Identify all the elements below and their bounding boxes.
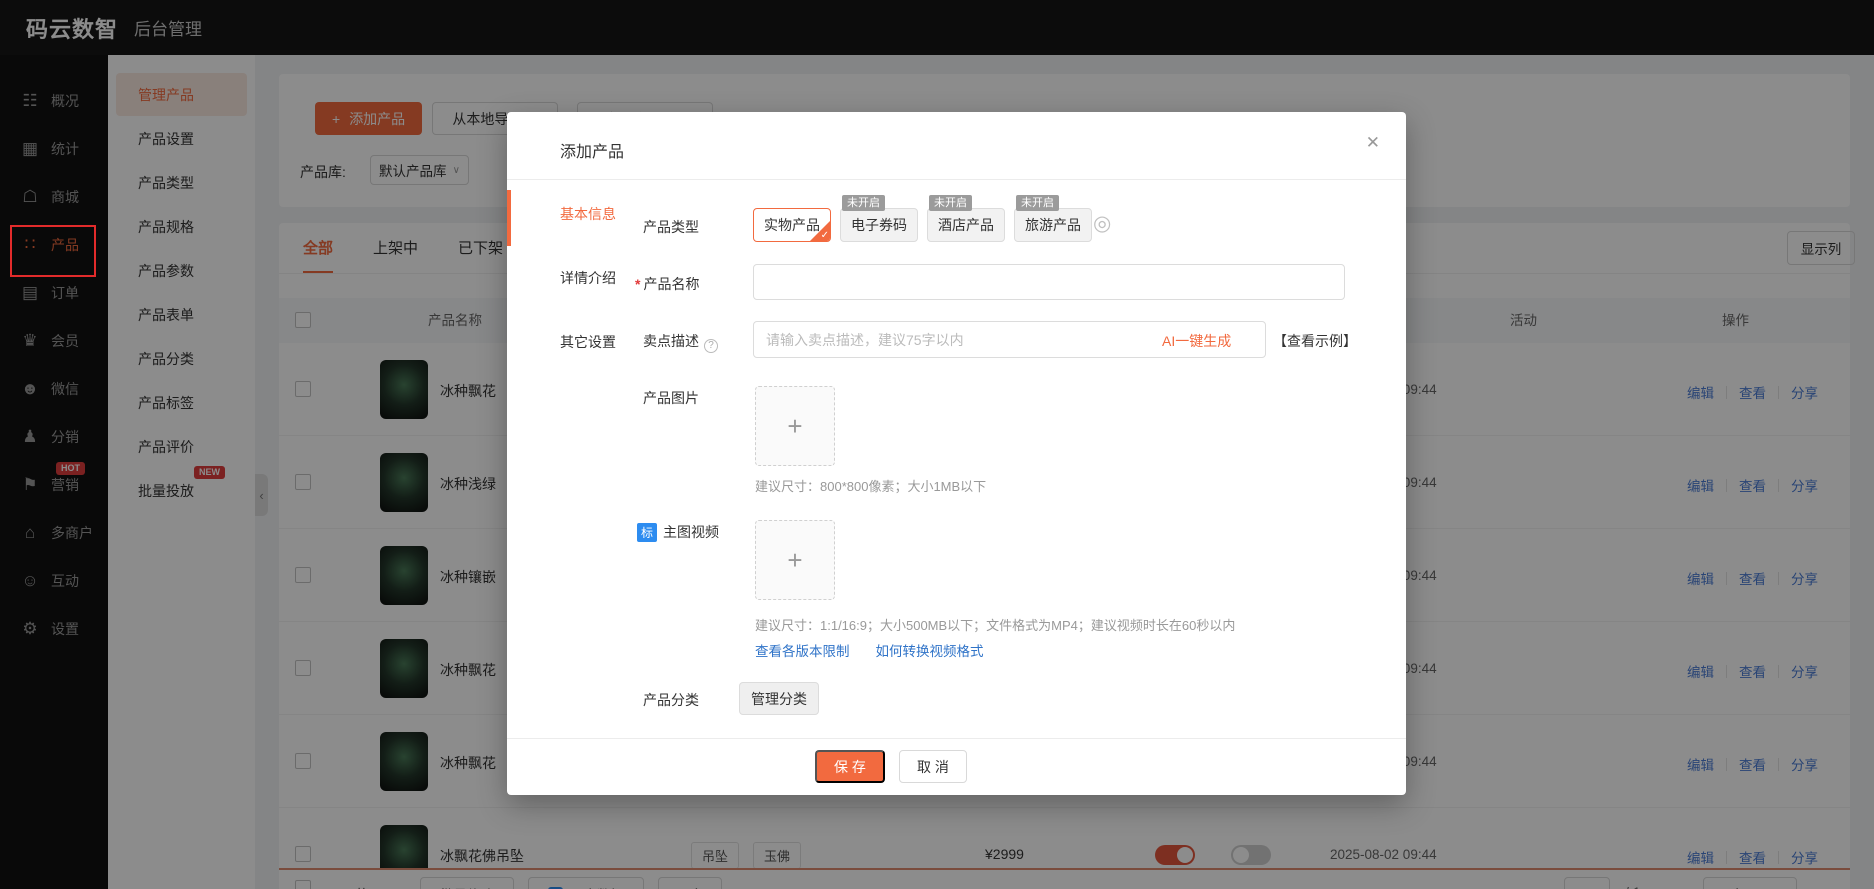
selected-check-icon: ✓ — [821, 230, 829, 241]
not-enabled-badge: 未开启 — [1016, 195, 1059, 211]
view-example-link[interactable]: 【查看示例】 — [1273, 331, 1357, 351]
add-product-modal: 添加产品 ✕ 基本信息详情介绍其它设置 产品类型 实物产品✓未开启电子券码未开启… — [507, 112, 1406, 795]
image-size-hint: 建议尺寸：800*800像素；大小1MB以下 — [755, 476, 986, 495]
ai-generate-button[interactable]: AI一键生成 — [1162, 331, 1231, 351]
version-limits-link[interactable]: 查看各版本限制 — [755, 640, 850, 660]
product-type-hotel[interactable]: 未开启酒店产品 — [927, 208, 1005, 242]
product-type-options: 实物产品✓ 未开启电子券码未开启酒店产品未开启旅游产品 — [753, 208, 1092, 242]
modal-tab-detail-intro[interactable]: 详情介绍 — [560, 268, 616, 290]
product-type-e-voucher[interactable]: 未开启电子券码 — [840, 208, 918, 242]
save-button[interactable]: 保 存 — [815, 750, 885, 783]
not-enabled-badge: 未开启 — [929, 195, 972, 211]
image-upload-box[interactable]: + — [755, 386, 835, 466]
video-help-links: 查看各版本限制 如何转换视频格式 — [755, 640, 984, 660]
video-tag-badge: 标 — [637, 523, 657, 542]
modal-tabs: 基本信息详情介绍其它设置 — [560, 204, 616, 354]
product-type-physical[interactable]: 实物产品✓ — [753, 208, 831, 242]
required-asterisk: * — [635, 276, 640, 292]
modal-tab-basic-info[interactable]: 基本信息 — [560, 204, 616, 226]
product-type-travel[interactable]: 未开启旅游产品 — [1014, 208, 1092, 242]
product-image-label: 产品图片 — [643, 388, 699, 408]
cancel-button[interactable]: 取 消 — [899, 750, 967, 783]
close-icon[interactable]: ✕ — [1366, 133, 1380, 153]
main-video-label: 标主图视频 — [637, 522, 719, 542]
modal-header-divider — [507, 179, 1406, 180]
help-icon[interactable]: ? — [704, 339, 718, 353]
convert-format-link[interactable]: 如何转换视频格式 — [876, 640, 984, 660]
not-enabled-badge: 未开启 — [842, 195, 885, 211]
modal-footer-divider — [507, 738, 1406, 739]
eye-icon[interactable]: ◎ — [1093, 211, 1111, 236]
product-name-label: *产品名称 — [635, 274, 699, 294]
modal-tab-other-settings[interactable]: 其它设置 — [560, 332, 616, 354]
product-type-label: 产品类型 — [643, 217, 699, 237]
plus-icon: + — [787, 411, 802, 442]
modal-title: 添加产品 — [560, 138, 624, 162]
product-name-input[interactable] — [753, 264, 1345, 300]
video-upload-box[interactable]: + — [755, 520, 835, 600]
plus-icon: + — [787, 545, 802, 576]
selling-point-label: 卖点描述? — [643, 331, 718, 353]
manage-category-button[interactable]: 管理分类 — [739, 682, 819, 715]
product-category-label: 产品分类 — [643, 690, 699, 710]
video-size-hint: 建议尺寸：1:1/16:9；大小500MB以下；文件格式为MP4；建议视频时长在… — [755, 615, 1235, 634]
active-tab-indicator — [507, 190, 511, 246]
